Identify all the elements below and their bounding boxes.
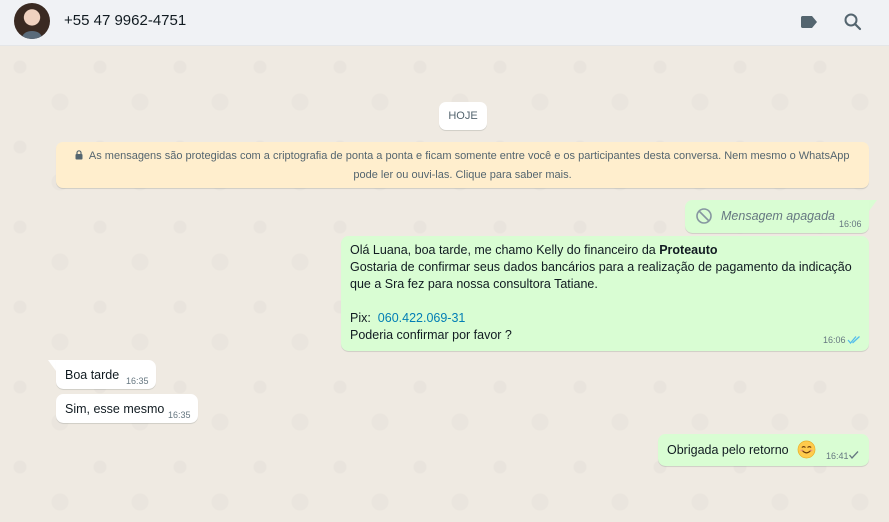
encryption-text-line2: pode ler ou ouvi-las. Clique para saber … bbox=[353, 169, 572, 181]
message-incoming[interactable]: Sim, esse mesmo 16:35 bbox=[56, 394, 198, 423]
message-time: 16:41 bbox=[826, 451, 849, 461]
message-line: Olá Luana, boa tarde, me chamo Kelly do … bbox=[350, 243, 660, 257]
message-deleted[interactable]: Mensagem apagada 16:06 bbox=[685, 200, 869, 233]
bubble-tail-icon bbox=[48, 360, 56, 371]
single-check-icon bbox=[849, 451, 859, 459]
message-time: 16:06 bbox=[839, 219, 862, 229]
lock-icon bbox=[75, 150, 83, 160]
chat-header: +55 47 9962-4751 bbox=[0, 0, 889, 46]
message-time: 16:35 bbox=[126, 376, 149, 386]
deleted-message-text: Mensagem apagada bbox=[721, 209, 835, 223]
label-icon[interactable] bbox=[797, 10, 821, 34]
avatar[interactable] bbox=[14, 3, 50, 39]
search-icon[interactable] bbox=[841, 10, 865, 34]
message-line: Gostaria de confirmar seus dados bancári… bbox=[350, 260, 852, 274]
contact-name[interactable]: +55 47 9962-4751 bbox=[64, 12, 186, 29]
message-incoming[interactable]: Boa tarde 16:35 bbox=[56, 360, 156, 389]
deleted-ban-icon bbox=[696, 208, 712, 224]
encryption-text-line1: As mensagens são protegidas com a cripto… bbox=[88, 150, 850, 162]
pix-label: Pix: bbox=[350, 311, 371, 325]
message-time: 16:06 bbox=[823, 335, 846, 345]
smiling-face-icon bbox=[797, 440, 816, 459]
message-text: Boa tarde bbox=[65, 368, 120, 382]
message-text: Obrigada pelo retorno bbox=[667, 443, 789, 457]
date-chip: HOJE bbox=[439, 102, 487, 130]
message-text: Sim, esse mesmo bbox=[65, 402, 165, 416]
encryption-notice[interactable]: As mensagens são protegidas com a cripto… bbox=[56, 142, 869, 188]
message-outgoing[interactable]: Olá Luana, boa tarde, me chamo Kelly do … bbox=[341, 236, 869, 351]
message-line: que a Sra fez para nossa consultora Tati… bbox=[350, 277, 598, 291]
message-body: Olá Luana, boa tarde, me chamo Kelly do … bbox=[350, 242, 852, 344]
company-name: Proteauto bbox=[659, 243, 718, 257]
double-check-icon bbox=[847, 336, 860, 345]
message-outgoing[interactable]: Obrigada pelo retorno 16:41 bbox=[658, 434, 869, 466]
message-time: 16:35 bbox=[168, 410, 191, 420]
bubble-tail-icon bbox=[869, 200, 877, 211]
message-line: Poderia confirmar por favor ? bbox=[350, 328, 512, 342]
pix-link[interactable]: 060.422.069-31 bbox=[378, 311, 466, 325]
